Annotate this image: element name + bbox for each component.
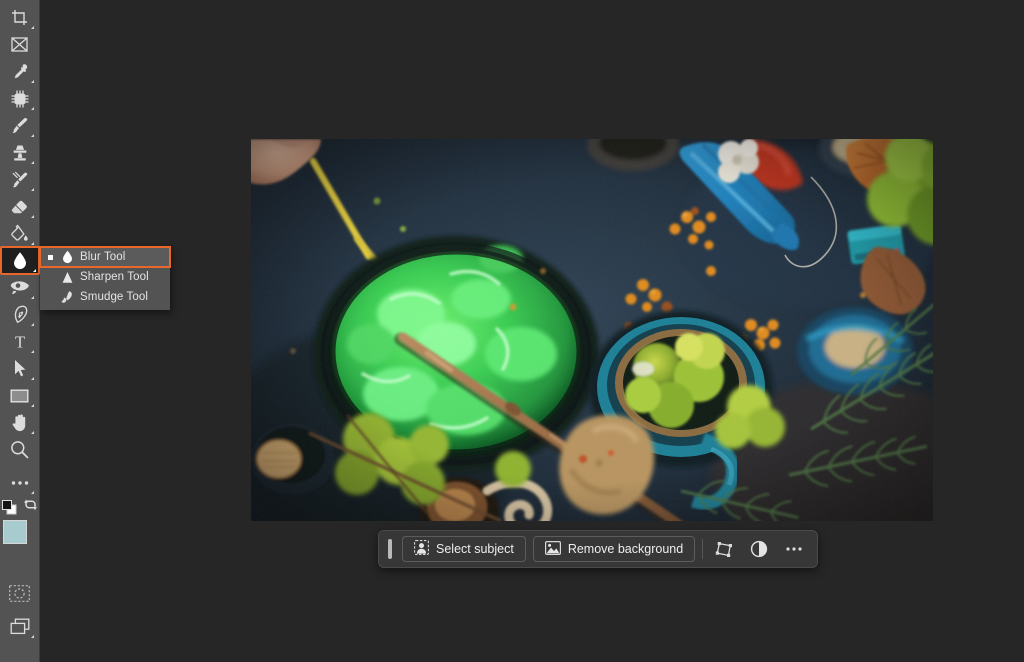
hand-icon [12, 414, 25, 432]
flyout-item-blur-tool[interactable]: Blur Tool [39, 246, 171, 268]
tool-history-brush-tool[interactable] [3, 166, 37, 193]
tool-quick-mask-mode[interactable] [3, 580, 37, 607]
taskbar-drag-handle[interactable] [388, 539, 392, 559]
photo-artwork [251, 139, 933, 521]
type-t-icon: T [14, 333, 24, 350]
flyout-item-sharpen-tool[interactable]: Sharpen Tool [40, 267, 170, 287]
foreground-color-swatch[interactable] [2, 520, 27, 544]
sharpen-cone-icon [57, 271, 77, 284]
blur-tool-flyout: Blur Tool Sharpen Tool Smudge Tool [39, 246, 171, 310]
remove-background-label: Remove background [567, 542, 684, 556]
screen-mode-icon [10, 618, 29, 635]
eraser-icon [11, 200, 27, 213]
flyout-label: Smudge Tool [80, 291, 149, 303]
tool-more-corner [30, 377, 34, 380]
tool-more-corner [30, 404, 34, 407]
pen-icon [14, 305, 27, 324]
tool-more-corner [30, 635, 34, 638]
flyout-label: Sharpen Tool [80, 271, 149, 283]
document-canvas[interactable]: Select subject Remove background [40, 0, 1024, 662]
tool-spot-healing-tool[interactable] [3, 85, 37, 112]
app-root: T Blur Tool Sharpen Tool Smudge Tool Sel… [0, 0, 1024, 662]
tool-frame-tool[interactable] [3, 31, 37, 58]
spot-healing-icon [10, 89, 29, 108]
rectangle-icon [10, 389, 29, 403]
tool-blur-tool[interactable] [0, 246, 40, 275]
transform-warp-button[interactable] [710, 536, 738, 562]
more-options-button[interactable] [780, 536, 808, 562]
tool-gradient-tool[interactable] [3, 220, 37, 247]
tool-more-corner [30, 26, 34, 29]
history-brush-icon [12, 171, 27, 187]
tool-more-corner [30, 242, 34, 245]
color-swatches [1, 499, 40, 564]
photo-flatlay-potion[interactable] [251, 139, 933, 521]
ellipsis-icon [786, 547, 802, 551]
svg-text:T: T [14, 333, 24, 350]
blur-droplet-icon [13, 252, 26, 269]
person-portrait-icon [414, 540, 429, 558]
tool-more-corner [30, 323, 34, 326]
adjustment-layer-button[interactable] [745, 536, 773, 562]
tool-type-tool[interactable]: T [3, 328, 37, 355]
eyedropper-icon [14, 63, 27, 78]
contextual-taskbar[interactable]: Select subject Remove background [378, 530, 819, 568]
tool-clone-stamp-tool[interactable] [3, 139, 37, 166]
paint-bucket-icon [11, 224, 28, 241]
tool-edit-toolbar[interactable] [3, 469, 37, 496]
tool-brush-tool[interactable] [3, 112, 37, 139]
ellipsis-icon [11, 480, 28, 485]
half-circle-contrast-icon [751, 540, 768, 558]
tool-path-selection-tool[interactable] [3, 355, 37, 382]
tool-crop-tool[interactable] [3, 4, 37, 31]
brush-icon [12, 117, 27, 133]
dodge-icon [10, 281, 29, 295]
tool-more-corner [30, 215, 34, 218]
quick-mask-icon [9, 585, 30, 602]
blur-droplet-icon [57, 250, 77, 264]
clone-stamp-icon [13, 145, 26, 160]
tool-zoom-tool[interactable] [3, 436, 37, 463]
swap-colors-button[interactable] [23, 498, 37, 517]
tool-more-corner [32, 269, 36, 272]
tool-dodge-tool[interactable] [3, 274, 37, 301]
tool-more-corner [30, 107, 34, 110]
default-colors-button[interactable] [1, 500, 16, 515]
tool-screen-mode[interactable] [3, 613, 37, 640]
flyout-label: Blur Tool [80, 251, 126, 263]
tool-shape-tool[interactable] [3, 382, 37, 409]
taskbar-divider [702, 539, 704, 559]
select-subject-label: Select subject [436, 542, 514, 556]
tool-more-corner [30, 80, 34, 83]
image-mountain-icon [544, 540, 561, 558]
tool-more-corner [30, 188, 34, 191]
checkmark-indicator [44, 254, 57, 260]
crop-icon [12, 10, 27, 25]
magnifier-icon [11, 441, 29, 459]
frame-icon [11, 37, 28, 52]
arrow-cursor-icon [14, 360, 25, 377]
tool-more-corner [30, 431, 34, 434]
tools-panel: T [0, 0, 40, 662]
tool-more-corner [30, 134, 34, 137]
tool-eyedropper-tool[interactable] [3, 58, 37, 85]
tool-more-corner [30, 350, 34, 353]
tool-more-corner [30, 296, 34, 299]
perspective-frame-icon [715, 541, 733, 557]
select-subject-button[interactable]: Select subject [402, 536, 526, 562]
tool-eraser-tool[interactable] [3, 193, 37, 220]
default-colors-icon [1, 500, 16, 515]
tool-more-corner [30, 491, 34, 494]
smudge-finger-icon [57, 290, 77, 304]
tool-hand-tool[interactable] [3, 409, 37, 436]
flyout-item-smudge-tool[interactable]: Smudge Tool [40, 287, 170, 307]
tool-pen-tool[interactable] [3, 301, 37, 328]
tool-more-corner [30, 161, 34, 164]
remove-background-button[interactable]: Remove background [532, 536, 696, 562]
swap-arrows-icon [23, 499, 37, 511]
